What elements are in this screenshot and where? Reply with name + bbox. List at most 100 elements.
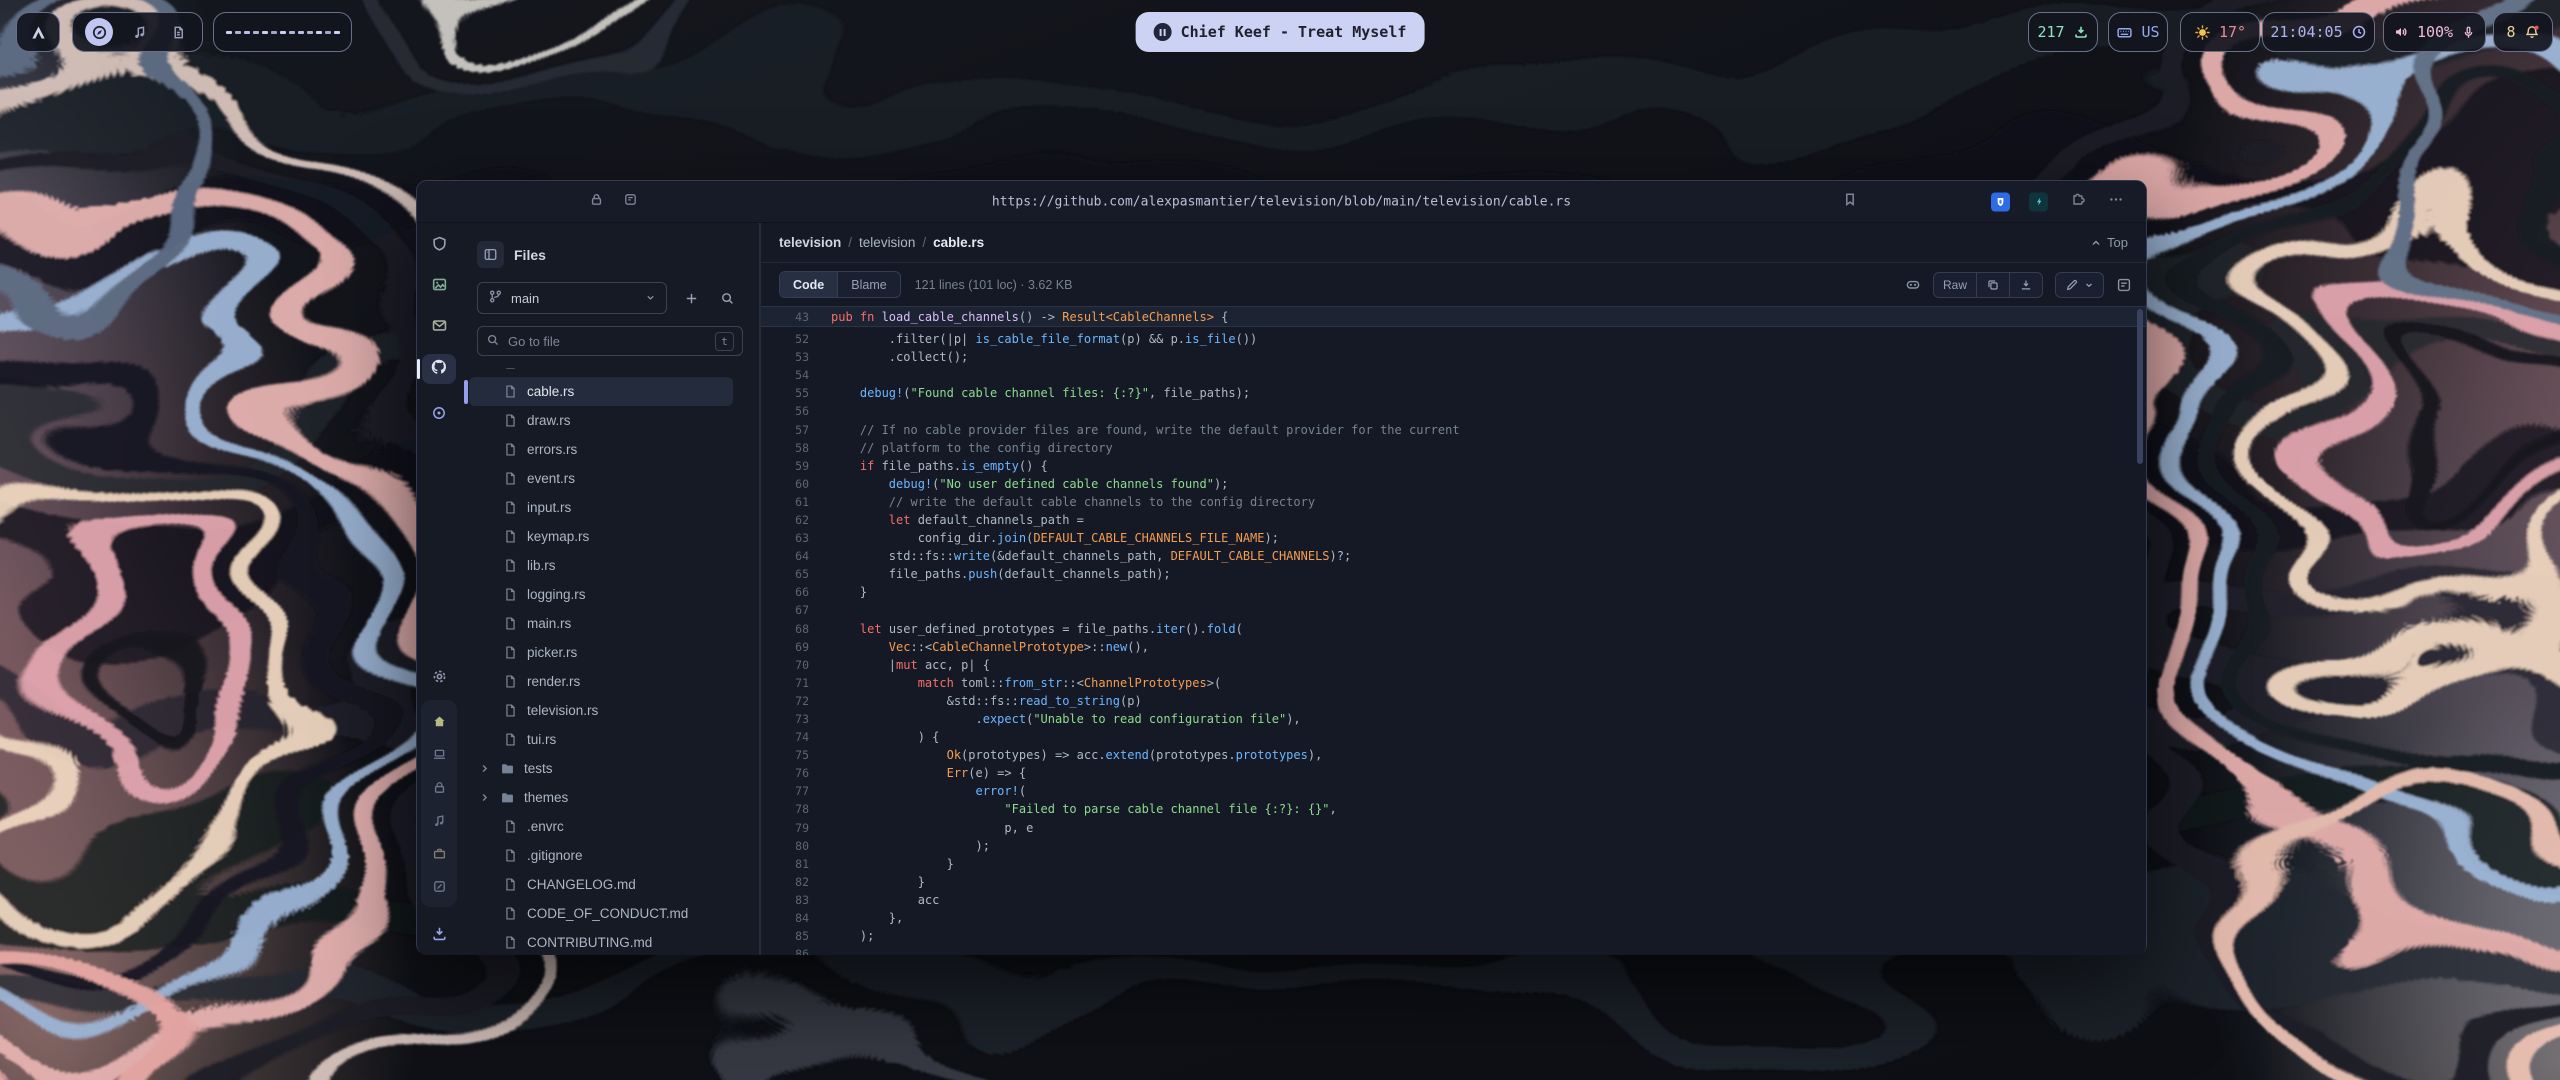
tree-item-lib.rs[interactable]: lib.rs	[469, 551, 733, 580]
laptop-icon[interactable]	[427, 742, 451, 766]
tree-item-logging.rs[interactable]: logging.rs	[469, 580, 733, 609]
briefcase-icon[interactable]	[427, 841, 451, 865]
chevron-right-icon[interactable]	[479, 792, 491, 803]
tree-item-errors.rs[interactable]: errors.rs	[469, 435, 733, 464]
line-number[interactable]: 64	[761, 547, 809, 565]
line-number[interactable]: 54	[761, 366, 809, 384]
breadcrumb-repo-link[interactable]: television	[779, 235, 841, 250]
line-number[interactable]: 69	[761, 638, 809, 656]
line-number[interactable]: 75	[761, 746, 809, 764]
tree-item-themes[interactable]: themes	[469, 783, 733, 812]
padlock-icon[interactable]	[427, 775, 451, 799]
pinned-tab-photos-icon[interactable]	[427, 272, 451, 296]
line-number[interactable]: 61	[761, 493, 809, 511]
line-number[interactable]: 62	[761, 511, 809, 529]
download-raw-button[interactable]	[2010, 273, 2042, 297]
pinned-tab-shield-icon[interactable]	[427, 231, 451, 255]
copy-raw-button[interactable]	[1977, 273, 2010, 297]
line-number[interactable]: 52	[761, 330, 809, 348]
url-text[interactable]: https://github.com/alexpasmantier/televi…	[992, 194, 1571, 209]
extensions-puzzle-icon[interactable]	[2070, 191, 2086, 212]
tree-item-CONTRIBUTING.md[interactable]: CONTRIBUTING.md	[469, 928, 733, 955]
line-number[interactable]: 66	[761, 583, 809, 601]
line-number[interactable]: 71	[761, 674, 809, 692]
edit-pencil-button[interactable]	[2056, 273, 2103, 297]
tree-item-clipped[interactable]	[469, 368, 733, 377]
line-number[interactable]: 65	[761, 565, 809, 583]
workspace-browser-button[interactable]	[85, 18, 113, 46]
audio-pill[interactable]: 100%	[2383, 12, 2486, 52]
line-number[interactable]: 81	[761, 855, 809, 873]
tab-code[interactable]: Code	[780, 272, 838, 297]
line-number[interactable]: 63	[761, 529, 809, 547]
page-scrollbar[interactable]	[2137, 309, 2143, 464]
tree-item-tui.rs[interactable]: tui.rs	[469, 725, 733, 754]
notes-icon[interactable]	[427, 874, 451, 898]
notifications-pill[interactable]: 8	[2493, 12, 2553, 52]
line-number[interactable]: 70	[761, 656, 809, 674]
line-number[interactable]: 73	[761, 710, 809, 728]
tree-item-CODE_OF_CONDUCT.md[interactable]: CODE_OF_CONDUCT.md	[469, 899, 733, 928]
tree-item-.gitignore[interactable]: .gitignore	[469, 841, 733, 870]
tree-item-CHANGELOG.md[interactable]: CHANGELOG.md	[469, 870, 733, 899]
line-number[interactable]: 77	[761, 782, 809, 800]
home-icon[interactable]	[427, 709, 451, 733]
lightning-extension-icon[interactable]	[2029, 192, 2048, 211]
line-number[interactable]: 84	[761, 909, 809, 927]
pinned-tab-mail-icon[interactable]	[427, 313, 451, 337]
tree-item-draw.rs[interactable]: draw.rs	[469, 406, 733, 435]
menu-dots-icon[interactable]	[2108, 191, 2124, 212]
tree-item-render.rs[interactable]: render.rs	[469, 667, 733, 696]
music-icon[interactable]	[427, 808, 451, 832]
media-player-pill[interactable]: Chief Keef - Treat Myself	[1136, 12, 1425, 52]
line-number[interactable]: 59	[761, 457, 809, 475]
workspace-indicator-icon[interactable]	[427, 401, 451, 425]
bitwarden-extension-icon[interactable]	[1991, 192, 2010, 211]
line-number[interactable]: 76	[761, 764, 809, 782]
line-number[interactable]: 78	[761, 800, 809, 818]
active-tab-github[interactable]	[422, 354, 456, 384]
branch-selector[interactable]: main	[477, 282, 667, 314]
line-number[interactable]: 83	[761, 891, 809, 909]
breadcrumb-dir-link[interactable]: television	[859, 235, 915, 250]
line-number[interactable]: 85	[761, 927, 809, 945]
goto-file-search[interactable]: t	[477, 326, 743, 356]
clock-pill[interactable]: 21:04:05	[2262, 12, 2375, 52]
line-number[interactable]: 79	[761, 819, 809, 837]
tree-item-keymap.rs[interactable]: keymap.rs	[469, 522, 733, 551]
weather-pill[interactable]: 17°	[2180, 12, 2260, 52]
tab-blame[interactable]: Blame	[838, 272, 899, 297]
line-number[interactable]: 43	[761, 308, 809, 326]
chevron-right-icon[interactable]	[479, 763, 491, 774]
raw-button[interactable]: Raw	[1934, 273, 1977, 297]
tree-item-event.rs[interactable]: event.rs	[469, 464, 733, 493]
tree-item-tests[interactable]: tests	[469, 754, 733, 783]
goto-file-input[interactable]	[508, 334, 707, 349]
collapse-file-tree-button[interactable]	[477, 241, 504, 268]
keyboard-layout-pill[interactable]: US	[2108, 12, 2168, 52]
tree-item-cable.rs[interactable]: cable.rs	[469, 377, 733, 406]
scroll-to-top-link[interactable]: Top	[2090, 235, 2128, 250]
copilot-icon[interactable]	[1905, 277, 1921, 293]
tree-item-picker.rs[interactable]: picker.rs	[469, 638, 733, 667]
bookmark-icon[interactable]	[1842, 191, 1858, 212]
new-file-button[interactable]	[679, 286, 703, 310]
search-in-tree-button[interactable]	[715, 286, 739, 310]
tree-item-main.rs[interactable]: main.rs	[469, 609, 733, 638]
line-number[interactable]: 56	[761, 402, 809, 420]
tree-item-input.rs[interactable]: input.rs	[469, 493, 733, 522]
line-number[interactable]: 68	[761, 620, 809, 638]
lock-icon[interactable]	[589, 192, 604, 212]
workspace-music-button[interactable]	[128, 20, 152, 44]
line-number[interactable]: 74	[761, 728, 809, 746]
network-pill[interactable]: 217	[2028, 12, 2098, 52]
workspace-documents-button[interactable]	[166, 20, 190, 44]
tree-item-television.rs[interactable]: television.rs	[469, 696, 733, 725]
line-number[interactable]: 86	[761, 945, 809, 955]
line-number[interactable]: 57	[761, 421, 809, 439]
line-number[interactable]: 53	[761, 348, 809, 366]
site-permissions-icon[interactable]	[623, 192, 638, 212]
line-number[interactable]: 60	[761, 475, 809, 493]
line-number[interactable]: 72	[761, 692, 809, 710]
downloads-icon[interactable]	[427, 921, 451, 945]
